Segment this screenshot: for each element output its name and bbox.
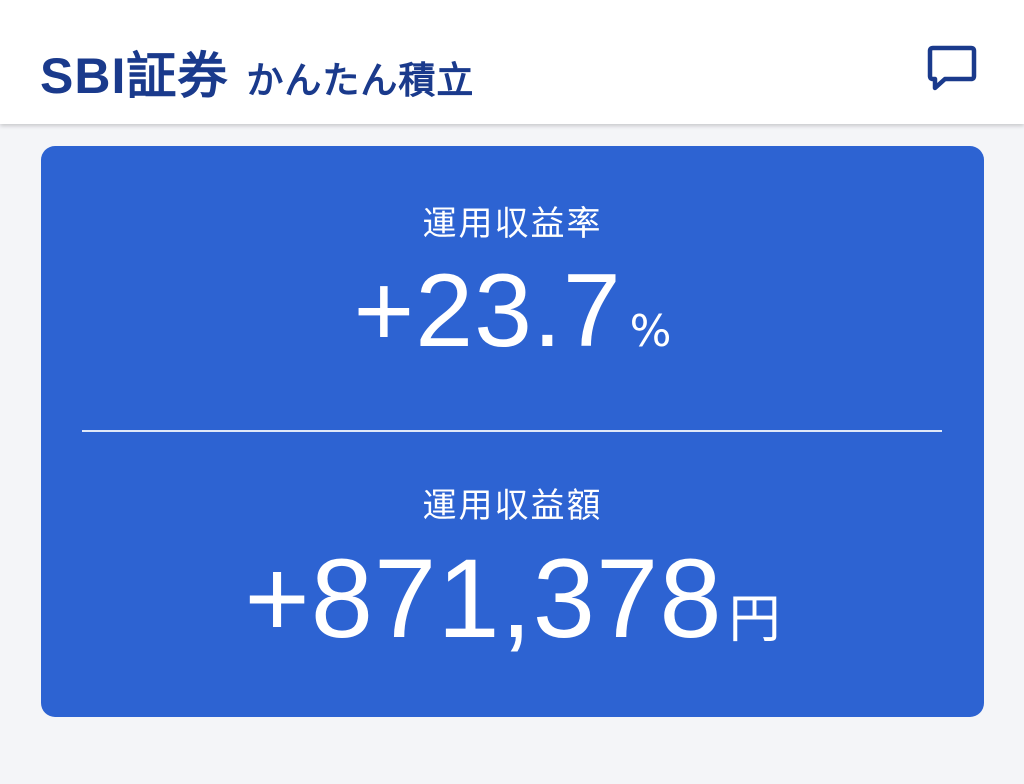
brand-name: SBI証券 — [40, 48, 229, 104]
service-name: かんたん積立 — [246, 59, 475, 102]
percent-unit: % — [629, 306, 672, 357]
return-rate-value: +23.7 % — [41, 252, 984, 371]
yen-unit: 円 — [728, 590, 781, 650]
return-amount-label: 運用収益額 — [422, 486, 603, 526]
brand-logo: SBI証券 かんたん積立 — [40, 36, 474, 104]
return-rate-number: +23.7 — [353, 253, 622, 369]
profit-summary-card: 運用収益率 +23.7 % 運用収益額 +871,378 円 — [41, 146, 984, 717]
return-rate-label: 運用収益率 — [422, 204, 603, 244]
app-header: SBI証券 かんたん積立 — [0, 0, 1024, 124]
chat-bubble-icon — [927, 45, 977, 91]
chat-button[interactable] — [924, 42, 980, 98]
divider — [82, 430, 942, 432]
return-amount-number: +871,378 — [244, 536, 723, 661]
return-amount-value: +871,378 円 — [41, 534, 984, 663]
